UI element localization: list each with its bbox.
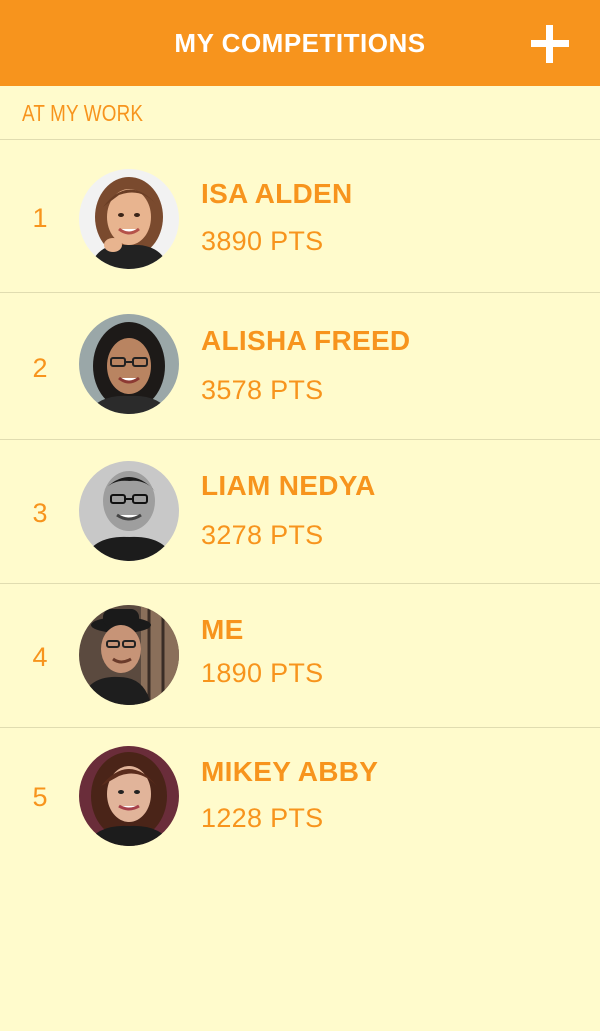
top-bar: MY COMPETITIONS	[0, 0, 600, 86]
rank-number: 5	[32, 782, 48, 812]
leaderboard-row[interactable]: 2 ALISHA FREED 3578 PTS	[0, 293, 600, 440]
competitor-name: ISA ALDEN	[201, 178, 353, 209]
competitor-points: 1228 PTS	[201, 803, 324, 833]
leaderboard-row[interactable]: 3 LIAM NEDYA 3278 PTS	[0, 440, 600, 584]
avatar	[79, 169, 179, 269]
avatar	[79, 461, 179, 561]
avatar-photo	[79, 605, 179, 705]
rank-number: 1	[32, 203, 48, 233]
section-header: AT MY WORK	[0, 86, 600, 140]
competitor-name: LIAM NEDYA	[201, 470, 376, 501]
competitor-name: ME	[201, 614, 244, 645]
rank-number: 2	[32, 353, 48, 383]
competitor-points: 3890 PTS	[201, 226, 324, 256]
plus-icon-vertical	[546, 25, 553, 63]
avatar-photo	[79, 461, 179, 561]
rank-number: 4	[32, 642, 48, 672]
competitor-name: ALISHA FREED	[201, 325, 411, 356]
page-title: MY COMPETITIONS	[174, 28, 426, 58]
leaderboard-row[interactable]: 1 ISA ALDEN 3890 PTS	[0, 140, 600, 293]
avatar-photo	[79, 314, 179, 414]
section-label: AT MY WORK	[22, 100, 144, 126]
avatar	[79, 314, 179, 414]
leaderboard-row[interactable]: 4 ME 1890 PTS	[0, 584, 600, 728]
leaderboard-row[interactable]: 5 MIKEY ABBY 1228 PTS	[0, 728, 600, 871]
competitor-name: MIKEY ABBY	[201, 756, 379, 787]
avatar	[79, 746, 179, 846]
rank-number: 3	[32, 498, 48, 528]
competitor-points: 1890 PTS	[201, 658, 324, 688]
add-competition-button[interactable]	[528, 22, 572, 66]
competitor-points: 3578 PTS	[201, 375, 324, 405]
competitor-points: 3278 PTS	[201, 520, 324, 550]
avatar-photo	[79, 746, 179, 846]
avatar-photo	[79, 169, 179, 269]
avatar	[79, 605, 179, 705]
